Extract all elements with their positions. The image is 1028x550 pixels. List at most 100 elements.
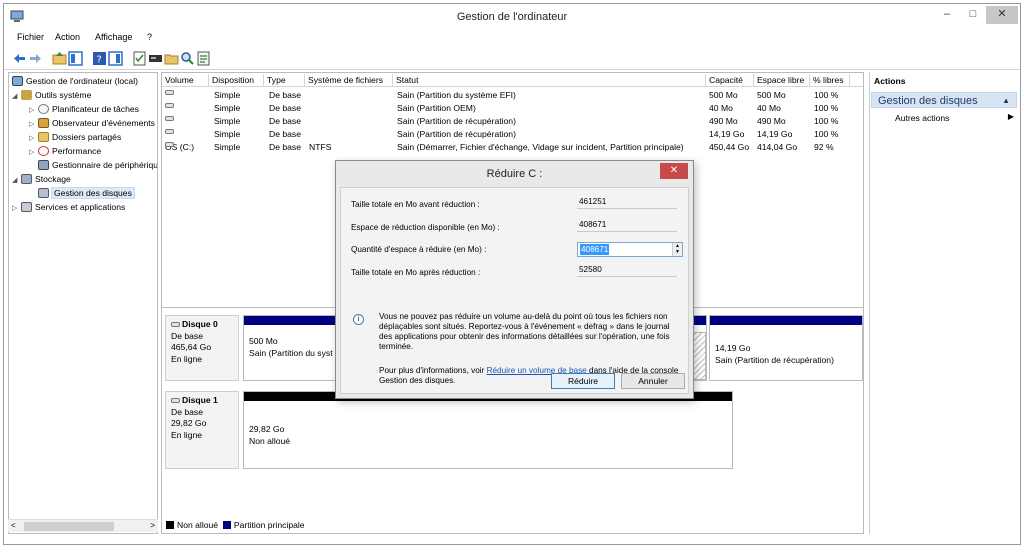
volume-cell-pct: 100 % — [814, 90, 839, 100]
volume-cell-status: Sain (Partition de récupération) — [397, 116, 516, 126]
shared-folder-icon — [38, 132, 49, 142]
device-manager-icon — [38, 160, 49, 170]
collapse-triangle-icon[interactable]: ▲ — [1002, 96, 1010, 105]
volume-cell-type: De base — [269, 142, 302, 152]
shrink-button[interactable]: Réduire — [551, 373, 615, 389]
volume-cell-free: 14,19 Go — [757, 129, 793, 139]
volume-cell-layout: Simple — [214, 116, 241, 126]
window-title: Gestion de l'ordinateur — [456, 11, 568, 23]
maximize-button[interactable]: □ — [960, 6, 986, 24]
tree-item-task-scheduler[interactable]: ▷ Planificateur de tâches — [29, 103, 139, 116]
volume-cell-type: De base — [269, 103, 302, 113]
tree-item-device-manager[interactable]: Gestionnaire de périphériques — [38, 159, 157, 172]
disk-drive-icon[interactable] — [148, 51, 163, 66]
disk-0-partition-recovery[interactable]: 14,19 Go Sain (Partition de récupération) — [709, 315, 863, 381]
volume-cell-type: De base — [269, 129, 302, 139]
column-capacity[interactable]: Capacité — [706, 74, 754, 87]
volume-cell-free: 414,04 Go — [757, 142, 798, 152]
minimize-button[interactable]: – — [934, 6, 960, 24]
tree-item-system-tools[interactable]: ◢ Outils système — [12, 89, 91, 102]
expand-arrow-icon[interactable]: ◢ — [12, 90, 21, 103]
total-before-value: 461251 — [577, 196, 677, 209]
column-filesystem[interactable]: Système de fichiers — [305, 74, 393, 87]
back-arrow-icon[interactable] — [12, 51, 27, 66]
disk-0-label[interactable]: Disque 0 De base 465,64 Go En ligne — [165, 315, 239, 381]
menu-help[interactable]: ? — [147, 32, 152, 42]
total-before-label: Taille totale en Mo avant réduction : — [351, 200, 480, 209]
spinner-arrows-icon[interactable]: ▲ ▼ — [672, 243, 682, 256]
disk-1-label[interactable]: Disque 1 De base 29,82 Go En ligne — [165, 391, 239, 469]
primary-partition-bar — [710, 316, 862, 325]
tree-item-shared-folders[interactable]: ▷ Dossiers partagés — [29, 131, 121, 144]
collapse-arrow-icon[interactable]: ▷ — [12, 202, 21, 215]
forward-arrow-icon[interactable] — [28, 51, 43, 66]
tree-item-services[interactable]: ▷ Services et applications — [12, 201, 125, 214]
volume-cell-layout: Simple — [214, 90, 241, 100]
cancel-button[interactable]: Annuler — [621, 373, 685, 389]
column-layout[interactable]: Disposition — [209, 74, 264, 87]
volume-cell-status: Sain (Partition OEM) — [397, 103, 476, 113]
scroll-left-icon[interactable]: < — [11, 521, 16, 530]
volume-row[interactable]: OS (C:) Simple De base NTFS Sain (Démarrer, … — [162, 142, 863, 155]
services-icon — [21, 202, 32, 212]
up-folder-icon[interactable] — [52, 51, 67, 66]
tree-item-disk-management[interactable]: Gestion des disques — [38, 187, 135, 200]
close-button[interactable]: ✕ — [986, 6, 1018, 24]
column-status[interactable]: Statut — [393, 74, 706, 87]
dialog-close-button[interactable]: ✕ — [660, 163, 688, 179]
column-percent-free[interactable]: % libres — [810, 74, 850, 87]
help-icon[interactable]: ? — [92, 51, 107, 66]
volume-row[interactable]: Simple De base Sain (Partition de récupéra… — [162, 116, 863, 129]
scroll-right-icon[interactable]: > — [150, 521, 155, 530]
column-free-space[interactable]: Espace libre — [754, 74, 810, 87]
volume-cell-free: 500 Mo — [757, 90, 786, 100]
volume-disk-icon — [165, 142, 174, 147]
performance-icon — [38, 146, 49, 156]
console-tree-icon[interactable] — [68, 51, 83, 66]
volume-row[interactable]: Simple De base Sain (Partition du système … — [162, 90, 863, 103]
total-after-value: 52580 — [577, 264, 677, 277]
tree-item-root[interactable]: Gestion de l'ordinateur (local) — [12, 75, 138, 88]
volume-cell-status: Sain (Démarrer, Fichier d'échange, Vidag… — [397, 142, 684, 152]
column-volume[interactable]: Volume — [162, 74, 209, 87]
tree-horizontal-scrollbar[interactable]: < > — [8, 519, 158, 532]
volume-cell-free: 490 Mo — [757, 116, 786, 126]
show-hide-pane-icon[interactable] — [108, 51, 123, 66]
tools-icon — [21, 90, 32, 100]
menu-action[interactable]: Action — [55, 32, 80, 42]
checklist-icon[interactable] — [196, 51, 211, 66]
volume-row[interactable]: Simple De base Sain (Partition de récupéra… — [162, 129, 863, 142]
scrollbar-thumb[interactable] — [24, 522, 114, 531]
amount-to-shrink-input[interactable]: 408671 ▲ ▼ — [577, 242, 683, 257]
toolbar: ? — [4, 48, 1020, 70]
open-folder-icon[interactable] — [164, 51, 179, 66]
shrink-volume-dialog: Réduire C : ✕ Taille totale en Mo avant … — [335, 160, 694, 399]
collapse-arrow-icon[interactable]: ▷ — [29, 104, 38, 117]
disk-icon — [171, 398, 180, 403]
collapse-arrow-icon[interactable]: ▷ — [29, 132, 38, 145]
more-actions-item[interactable]: Autres actions — [895, 113, 949, 123]
properties-icon[interactable] — [132, 51, 147, 66]
volume-cell-volume: OS (C:) — [165, 142, 194, 152]
shrink-info-text: Vous ne pouvez pas réduire un volume au-… — [379, 312, 670, 351]
disk-0-partition-efi[interactable]: 500 Mo Sain (Partition du syst — [243, 315, 338, 381]
menu-file[interactable]: Fichier — [17, 32, 44, 42]
collapse-arrow-icon[interactable]: ▷ — [29, 118, 38, 131]
actions-section-disk-management[interactable]: Gestion des disques ▲ — [871, 92, 1017, 108]
collapse-arrow-icon[interactable]: ▷ — [29, 146, 38, 159]
volume-disk-icon — [165, 129, 174, 134]
expand-arrow-icon[interactable]: ◢ — [12, 174, 21, 187]
menu-view[interactable]: Affichage — [95, 32, 132, 42]
disk-management-icon — [38, 188, 49, 198]
tree-item-event-viewer[interactable]: ▷ Observateur d'événements — [29, 117, 155, 130]
tree-item-performance[interactable]: ▷ Performance — [29, 145, 101, 158]
search-icon[interactable] — [180, 51, 195, 66]
tree-item-storage[interactable]: ◢ Stockage — [12, 173, 71, 186]
disk-1-unallocated[interactable]: 29,82 Go Non alloué — [243, 391, 733, 469]
volume-row[interactable]: Simple De base Sain (Partition OEM) 40 Mo 40… — [162, 103, 863, 116]
volume-cell-capacity: 500 Mo — [709, 90, 738, 100]
column-type[interactable]: Type — [264, 74, 305, 87]
total-after-label: Taille totale en Mo après réduction : — [351, 268, 481, 277]
volume-disk-icon — [165, 103, 174, 108]
available-label: Espace de réduction disponible (en Mo) : — [351, 223, 500, 232]
